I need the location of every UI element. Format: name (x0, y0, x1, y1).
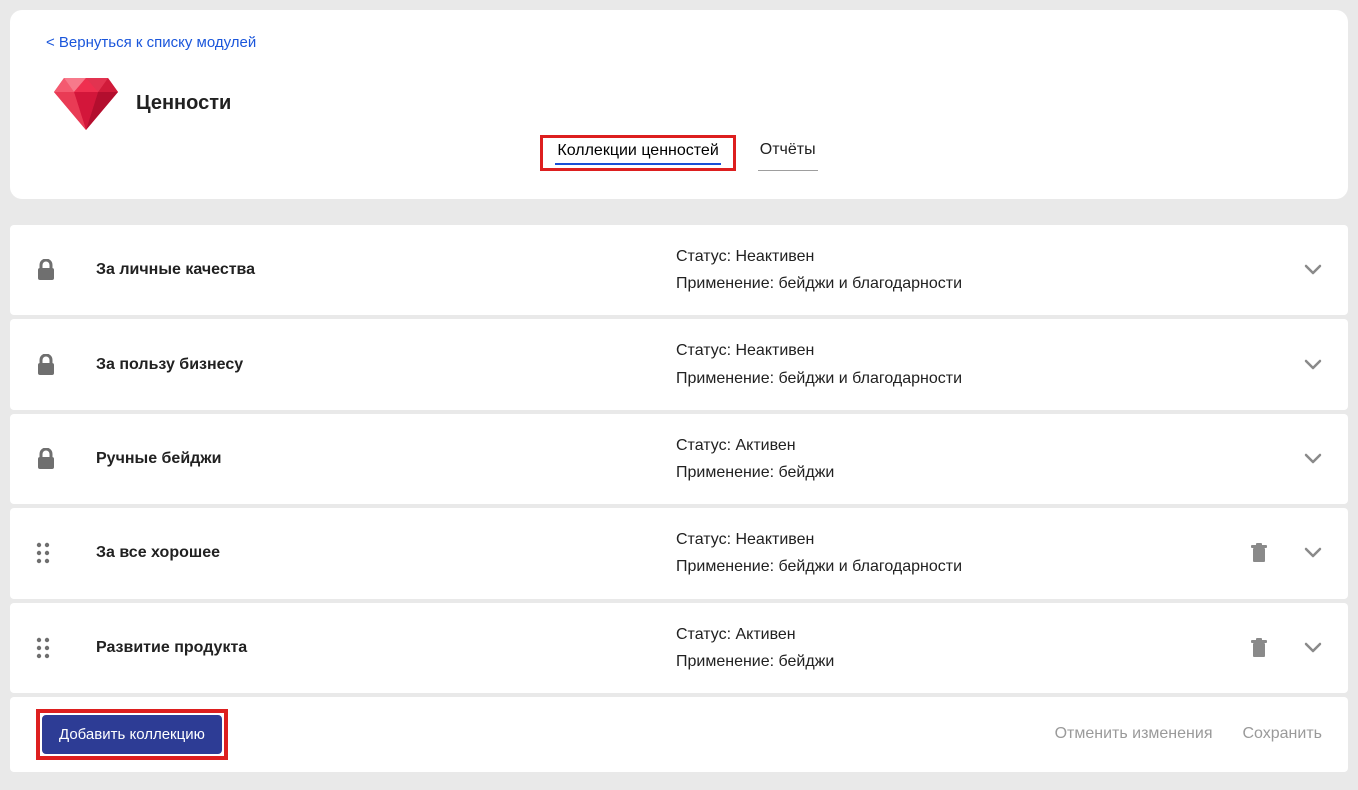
trash-icon[interactable] (1250, 543, 1268, 563)
footer-actions: Отменить изменения Сохранить (1055, 725, 1322, 743)
row-actions (1304, 359, 1322, 371)
collection-title: Ручные бейджи (96, 450, 676, 468)
drag-handle-icon[interactable] (36, 542, 96, 564)
usage-value: бейджи и благодарности (779, 275, 962, 292)
chevron-down-icon[interactable] (1304, 547, 1322, 559)
status-line: Статус: Неактивен (676, 337, 1304, 364)
status-label: Статус: (676, 531, 735, 548)
row-actions (1304, 264, 1322, 276)
collection-title: За личные качества (96, 261, 676, 279)
collection-row: Ручные бейджиСтатус: АктивенПрименение: … (10, 414, 1348, 504)
module-head: Ценности (46, 63, 1312, 143)
add-collection-highlight: Добавить коллекцию (36, 709, 228, 760)
usage-line: Применение: бейджи и благодарности (676, 365, 1304, 392)
tabs: Коллекции ценностей Отчёты (46, 135, 1312, 171)
status-value: Неактивен (735, 342, 814, 359)
tab-reports[interactable]: Отчёты (758, 135, 818, 171)
usage-line: Применение: бейджи (676, 459, 1304, 486)
back-link[interactable]: < Вернуться к списку модулей (46, 34, 256, 51)
collection-meta: Статус: АктивенПрименение: бейджи (676, 621, 1250, 675)
collection-row: За личные качестваСтатус: НеактивенПриме… (10, 225, 1348, 315)
usage-value: бейджи (779, 464, 835, 481)
status-label: Статус: (676, 342, 735, 359)
row-actions (1250, 543, 1322, 563)
tab-collections-highlight: Коллекции ценностей (540, 135, 735, 171)
chevron-down-icon[interactable] (1304, 264, 1322, 276)
usage-value: бейджи (779, 653, 835, 670)
ruby-gem-icon (46, 63, 126, 143)
lock-icon (36, 448, 96, 470)
row-actions (1250, 638, 1322, 658)
usage-label: Применение: (676, 653, 779, 670)
status-label: Статус: (676, 626, 735, 643)
collection-meta: Статус: НеактивенПрименение: бейджи и бл… (676, 526, 1250, 580)
trash-icon[interactable] (1250, 638, 1268, 658)
usage-value: бейджи и благодарности (779, 370, 962, 387)
collection-meta: Статус: НеактивенПрименение: бейджи и бл… (676, 243, 1304, 297)
status-line: Статус: Неактивен (676, 243, 1304, 270)
chevron-down-icon[interactable] (1304, 642, 1322, 654)
status-value: Неактивен (735, 248, 814, 265)
status-line: Статус: Активен (676, 621, 1250, 648)
usage-line: Применение: бейджи (676, 648, 1250, 675)
module-header-card: < Вернуться к списку модулей Ценности Ко… (10, 10, 1348, 199)
add-collection-button[interactable]: Добавить коллекцию (42, 715, 222, 754)
status-value: Неактивен (735, 531, 814, 548)
module-title: Ценности (136, 92, 231, 115)
chevron-down-icon[interactable] (1304, 359, 1322, 371)
status-line: Статус: Неактивен (676, 526, 1250, 553)
usage-label: Применение: (676, 558, 779, 575)
collection-row: Развитие продуктаСтатус: АктивенПрименен… (10, 603, 1348, 693)
usage-value: бейджи и благодарности (779, 558, 962, 575)
footer-bar: Добавить коллекцию Отменить изменения Со… (10, 697, 1348, 772)
status-line: Статус: Активен (676, 432, 1304, 459)
lock-icon (36, 354, 96, 376)
usage-label: Применение: (676, 464, 779, 481)
status-value: Активен (735, 437, 795, 454)
row-actions (1304, 453, 1322, 465)
chevron-down-icon[interactable] (1304, 453, 1322, 465)
collection-title: Развитие продукта (96, 639, 676, 657)
collection-title: За пользу бизнесу (96, 356, 676, 374)
save-button[interactable]: Сохранить (1242, 725, 1322, 743)
collection-row: За пользу бизнесуСтатус: НеактивенПримен… (10, 319, 1348, 409)
usage-line: Применение: бейджи и благодарности (676, 553, 1250, 580)
drag-handle-icon[interactable] (36, 637, 96, 659)
collection-row: За все хорошееСтатус: НеактивенПрименени… (10, 508, 1348, 598)
collection-meta: Статус: АктивенПрименение: бейджи (676, 432, 1304, 486)
lock-icon (36, 259, 96, 281)
usage-line: Применение: бейджи и благодарности (676, 270, 1304, 297)
status-label: Статус: (676, 248, 735, 265)
status-label: Статус: (676, 437, 735, 454)
usage-label: Применение: (676, 370, 779, 387)
status-value: Активен (735, 626, 795, 643)
collection-meta: Статус: НеактивенПрименение: бейджи и бл… (676, 337, 1304, 391)
collection-title: За все хорошее (96, 544, 676, 562)
collections-list: За личные качестваСтатус: НеактивенПриме… (10, 225, 1348, 693)
tab-collections[interactable]: Коллекции ценностей (555, 136, 720, 165)
usage-label: Применение: (676, 275, 779, 292)
cancel-changes-button[interactable]: Отменить изменения (1055, 725, 1213, 743)
